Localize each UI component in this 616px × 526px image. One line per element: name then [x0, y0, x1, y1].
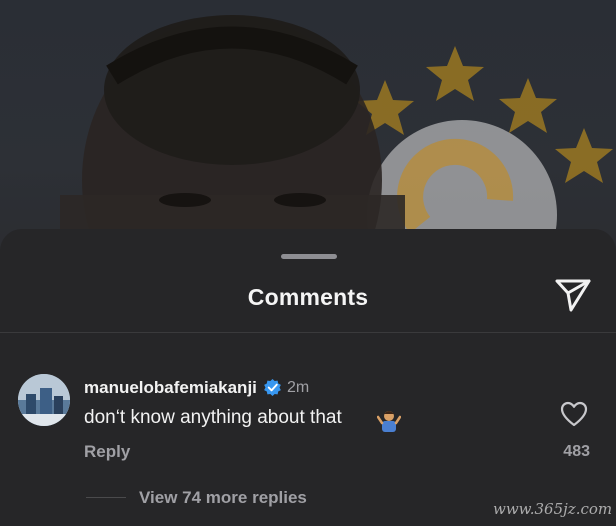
comments-sheet: Comments manuelobafemiakanji 2m don‘t kn… [0, 229, 616, 526]
sheet-title: Comments [247, 284, 369, 310]
view-replies-button[interactable]: View 74 more replies [139, 488, 307, 508]
replies-divider-line [86, 497, 126, 498]
header-divider [0, 332, 616, 333]
comment-text: don‘t know anything about that [84, 407, 342, 428]
heart-icon[interactable] [560, 401, 588, 427]
watermark: www.365jz.com [493, 500, 613, 518]
like-count: 483 [563, 443, 590, 460]
person-shrugging-emoji [376, 408, 402, 432]
comment-username[interactable]: manuelobafemiakanji [84, 378, 257, 398]
drag-handle[interactable] [281, 254, 337, 259]
reply-button[interactable]: Reply [84, 442, 130, 462]
paper-plane-icon[interactable] [553, 277, 593, 313]
comment-time: 2m [287, 379, 310, 396]
avatar[interactable] [18, 374, 70, 426]
verified-badge-icon [263, 378, 282, 397]
